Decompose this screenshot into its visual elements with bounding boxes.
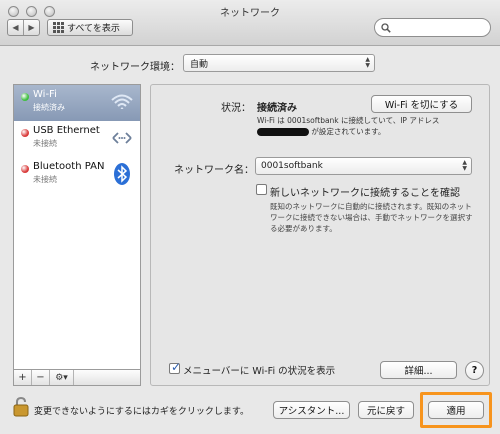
redacted-ip-address: [257, 128, 309, 136]
ask-to-join-label: 新しいネットワークに接続することを確認: [270, 188, 460, 199]
updown-arrows-icon: ▲ ▼: [365, 56, 370, 69]
search-icon: [381, 22, 391, 33]
status-description: Wi-Fi は 0001softbank に接続していて、IP アドレス が設定…: [257, 115, 472, 137]
status-description-text: Wi-Fi は 0001softbank に接続していて、IP アドレス: [257, 116, 440, 125]
service-item-wifi[interactable]: Wi-Fi 接続済み: [14, 85, 140, 121]
service-list: Wi-Fi 接続済み USB Ethernet 未接続 Bluetooth PA…: [13, 84, 141, 370]
turn-wifi-off-button[interactable]: Wi-Fi を切にする: [371, 95, 472, 113]
service-status: 未接続: [33, 175, 57, 184]
lock-icon[interactable]: [13, 397, 29, 417]
status-dot: [21, 129, 29, 137]
window-titlebar: ネットワーク ◀ ▶ すべてを表示: [0, 0, 500, 46]
service-list-controls: + − ⚙▾: [13, 370, 141, 386]
status-dot: [21, 93, 29, 101]
ask-to-join-help: 既知のネットワークに自動的に接続されます。既知のネットワークに接続できない場合は…: [270, 202, 473, 233]
back-arrow-icon[interactable]: ◀: [8, 20, 24, 35]
revert-button[interactable]: 元に戻す: [358, 401, 414, 419]
assistant-button[interactable]: アシスタント...: [273, 401, 350, 419]
service-status: 未接続: [33, 139, 57, 148]
remove-service-button[interactable]: −: [32, 370, 50, 385]
wifi-icon: [111, 94, 133, 109]
network-name-label: ネットワーク名：: [174, 165, 254, 176]
status-label: 状況：: [221, 103, 251, 114]
service-item-bluetooth-pan[interactable]: Bluetooth PAN 未接続: [14, 157, 140, 193]
show-all-button[interactable]: すべてを表示: [47, 19, 133, 36]
checkmark-icon: ✓: [171, 360, 182, 374]
network-name-select[interactable]: 0001softbank ▲ ▼: [255, 157, 472, 175]
status-description-text: が設定されています。: [311, 127, 386, 136]
gear-icon[interactable]: ⚙▾: [50, 370, 74, 385]
bluetooth-icon: [114, 163, 130, 185]
forward-arrow-icon[interactable]: ▶: [24, 20, 39, 35]
grid-icon: [53, 22, 64, 33]
location-select[interactable]: 自動 ▲ ▼: [183, 54, 375, 72]
status-value: 接続済み: [257, 103, 297, 114]
service-name: USB Ethernet: [33, 125, 100, 136]
back-forward-buttons: ◀ ▶: [7, 19, 40, 36]
location-label: ネットワーク環境：: [90, 62, 180, 73]
show-in-menubar-checkbox[interactable]: ✓: [169, 360, 182, 374]
location-value: 自動: [190, 59, 209, 70]
show-all-label: すべてを表示: [67, 24, 120, 34]
help-button[interactable]: ?: [465, 361, 484, 380]
service-name: Wi-Fi: [33, 89, 57, 100]
ask-to-join-checkbox[interactable]: [256, 184, 267, 195]
apply-highlight-box: [420, 392, 492, 428]
window-title: ネットワーク: [220, 8, 280, 19]
advanced-button[interactable]: 詳細...: [380, 361, 457, 379]
service-name: Bluetooth PAN: [33, 161, 105, 172]
service-status: 接続済み: [33, 103, 65, 112]
search-input[interactable]: [394, 22, 484, 33]
network-name-value: 0001softbank: [261, 161, 323, 171]
add-service-button[interactable]: +: [14, 370, 32, 385]
ethernet-icon: [112, 132, 132, 144]
search-field[interactable]: [374, 18, 491, 37]
status-dot: [21, 165, 29, 173]
service-item-usb-ethernet[interactable]: USB Ethernet 未接続: [14, 121, 140, 157]
lock-description: 変更できないようにするにはカギをクリックします。: [34, 407, 250, 417]
show-in-menubar-label: メニューバーに Wi-Fi の状況を表示: [183, 366, 336, 377]
updown-arrows-icon: ▲ ▼: [462, 159, 467, 172]
